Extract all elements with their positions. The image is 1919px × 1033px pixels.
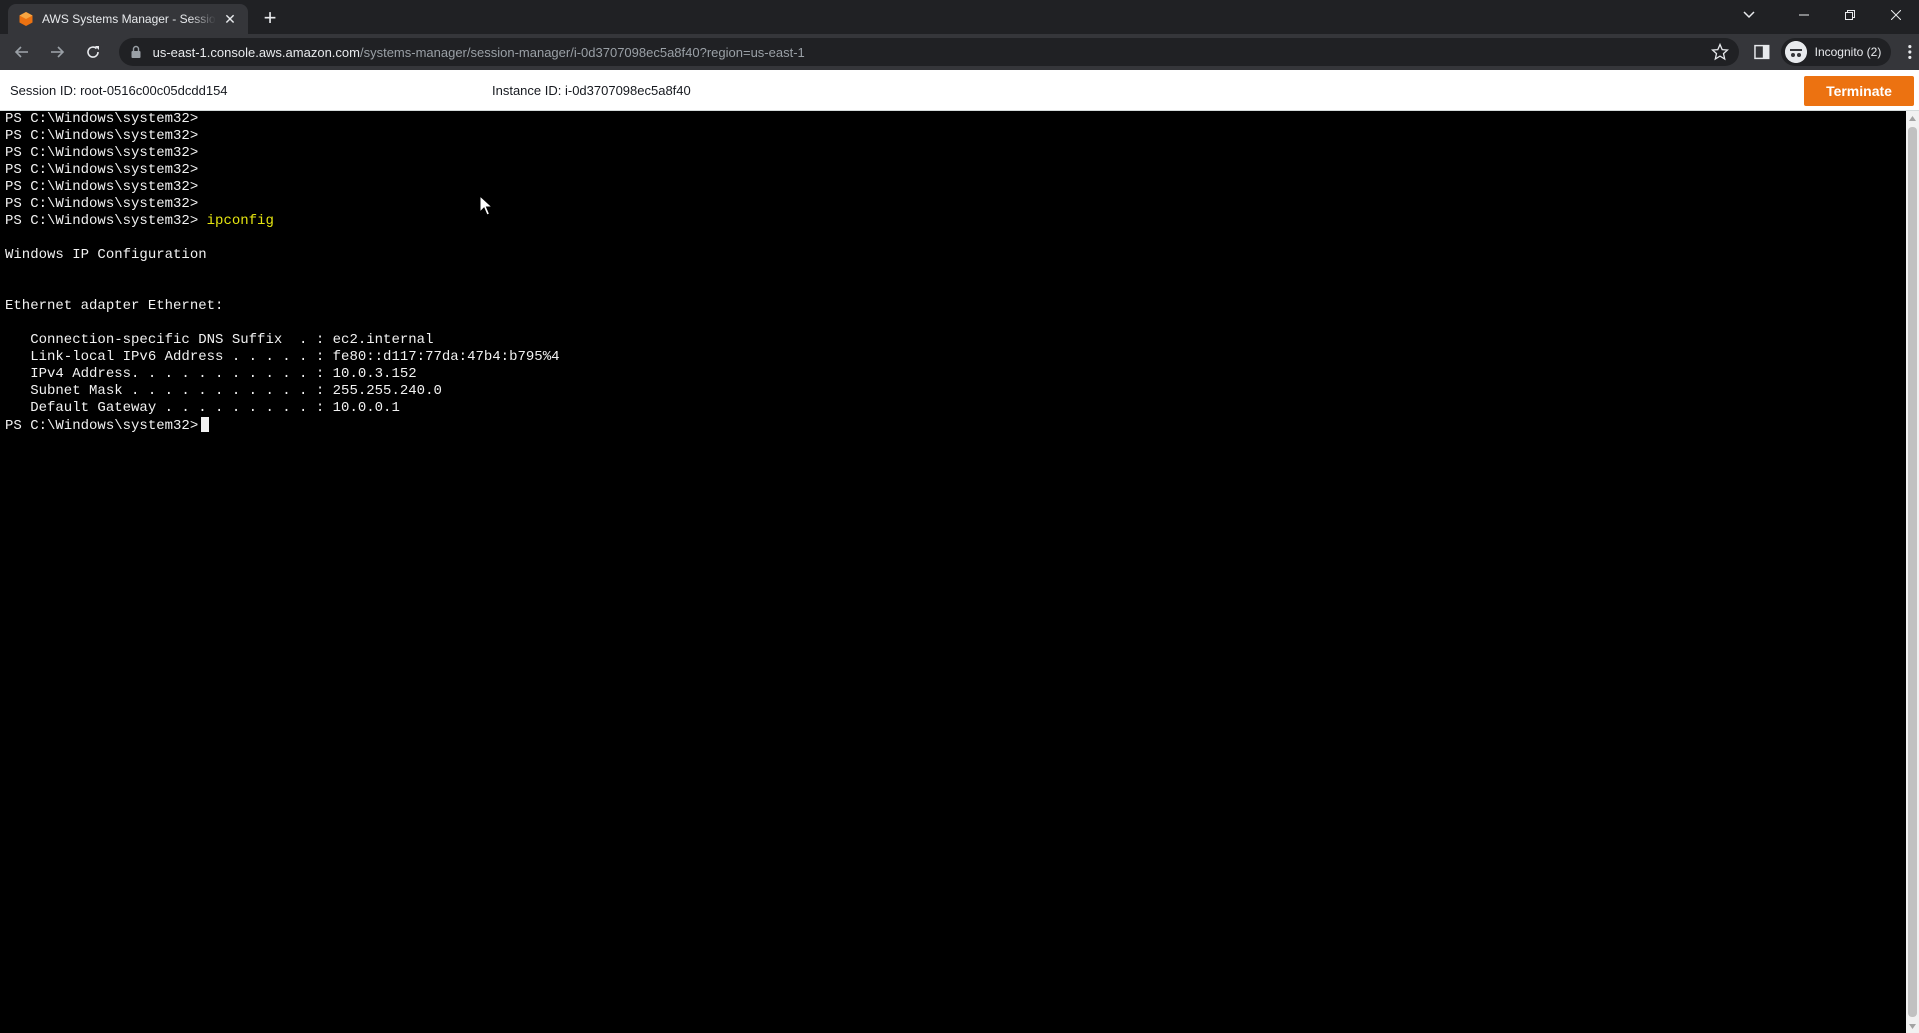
scroll-down-icon[interactable] bbox=[1906, 1019, 1919, 1033]
terminal-line-text: Connection-specific DNS Suffix . : ec2.i… bbox=[5, 332, 434, 348]
scroll-thumb[interactable] bbox=[1908, 127, 1917, 1017]
incognito-icon bbox=[1784, 41, 1807, 63]
address-bar[interactable]: us-east-1.console.aws.amazon.com/systems… bbox=[118, 38, 1739, 66]
terminal-line-text: PS C:\Windows\system32> bbox=[5, 196, 199, 212]
star-icon[interactable] bbox=[1710, 43, 1729, 61]
terminal-line-text: PS C:\Windows\system32> bbox=[5, 179, 199, 195]
window-controls bbox=[1781, 0, 1919, 30]
terminal-line-text: Default Gateway . . . . . . . . . : 10.0… bbox=[5, 400, 400, 416]
profile-button[interactable]: Incognito (2) bbox=[1780, 38, 1892, 66]
terminal-line: PS C:\Windows\system32> bbox=[5, 128, 1906, 145]
terminal-output: PS C:\Windows\system32> PS C:\Windows\sys… bbox=[5, 111, 1906, 417]
plus-icon[interactable]: + bbox=[256, 4, 284, 32]
session-bar: Session ID: root-0516c00c05dcdd154 Insta… bbox=[0, 70, 1919, 111]
terminal-line: PS C:\Windows\system32> bbox=[5, 162, 1906, 179]
terminal-line: PS C:\Windows\system32> bbox=[5, 196, 1906, 213]
terminal-line-text: PS C:\Windows\system32> bbox=[5, 213, 207, 229]
terminal-line: Default Gateway . . . . . . . . . : 10.0… bbox=[5, 400, 1906, 417]
terminal-line-text: PS C:\Windows\system32> bbox=[5, 111, 199, 127]
reload-icon[interactable] bbox=[79, 38, 107, 66]
terminal-line-text: PS C:\Windows\system32> bbox=[5, 162, 199, 178]
back-icon[interactable] bbox=[8, 38, 36, 66]
kebab-menu-icon[interactable] bbox=[1901, 43, 1919, 61]
url-host: us-east-1.console.aws.amazon.com bbox=[152, 44, 360, 60]
terminal-line: PS C:\Windows\system32> bbox=[5, 111, 1906, 128]
terminal-line: IPv4 Address. . . . . . . . . . . : 10.0… bbox=[5, 366, 1906, 383]
restore-icon[interactable] bbox=[1827, 0, 1873, 30]
chevron-down-icon[interactable] bbox=[1729, 0, 1769, 30]
window-close-icon[interactable] bbox=[1873, 0, 1919, 30]
tab-title: AWS Systems Manager - Session Manager bbox=[42, 12, 216, 26]
terminal-line-text: PS C:\Windows\system32> bbox=[5, 128, 199, 144]
mouse-pointer-icon bbox=[479, 195, 493, 216]
terminal-prompt-line[interactable]: PS C:\Windows\system32> bbox=[5, 417, 1906, 434]
aws-favicon-icon bbox=[19, 12, 33, 26]
browser-tab[interactable]: AWS Systems Manager - Session Manager ✕ bbox=[8, 4, 248, 34]
terminal-scrollbar[interactable] bbox=[1906, 111, 1919, 1033]
terminal-line-text: Ethernet adapter Ethernet: bbox=[5, 298, 224, 314]
terminal[interactable]: PS C:\Windows\system32> PS C:\Windows\sys… bbox=[0, 111, 1906, 1033]
profile-label: Incognito (2) bbox=[1814, 45, 1882, 59]
terminal-line: Link-local IPv6 Address . . . . . : fe80… bbox=[5, 349, 1906, 366]
terminal-line: Connection-specific DNS Suffix . : ec2.i… bbox=[5, 332, 1906, 349]
instance-id: Instance ID: i-0d3707098ec5a8f40 bbox=[492, 83, 691, 98]
url-path: /systems-manager/session-manager/i-0d370… bbox=[359, 44, 805, 60]
terminal-cursor bbox=[201, 417, 210, 432]
close-icon[interactable]: ✕ bbox=[222, 11, 238, 27]
terminal-line: Windows IP Configuration bbox=[5, 247, 1906, 264]
terminal-line-text: Subnet Mask . . . . . . . . . . . : 255.… bbox=[5, 383, 442, 399]
terminal-line: PS C:\Windows\system32> bbox=[5, 179, 1906, 196]
terminal-command: ipconfig bbox=[206, 213, 274, 229]
session-id: Session ID: root-0516c00c05dcdd154 bbox=[10, 83, 228, 98]
terminal-line-text: PS C:\Windows\system32> bbox=[5, 145, 199, 161]
tab-strip: AWS Systems Manager - Session Manager ✕ … bbox=[0, 0, 1919, 34]
terminal-line-text: Windows IP Configuration bbox=[5, 247, 207, 263]
terminal-line: PS C:\Windows\system32> ipconfig bbox=[5, 213, 1906, 230]
terminal-line: PS C:\Windows\system32> bbox=[5, 145, 1906, 162]
terminal-prompt: PS C:\Windows\system32> bbox=[5, 418, 199, 434]
browser-toolbar: us-east-1.console.aws.amazon.com/systems… bbox=[0, 34, 1919, 70]
lock-icon[interactable] bbox=[129, 45, 143, 59]
terminal-line: Ethernet adapter Ethernet: bbox=[5, 298, 1906, 315]
terminal-line: Subnet Mask . . . . . . . . . . . : 255.… bbox=[5, 383, 1906, 400]
terminate-button[interactable]: Terminate bbox=[1804, 76, 1914, 106]
side-panel-icon[interactable] bbox=[1753, 43, 1771, 61]
forward-icon[interactable] bbox=[44, 38, 72, 66]
minimize-icon[interactable] bbox=[1781, 0, 1827, 30]
scroll-up-icon[interactable] bbox=[1906, 111, 1919, 125]
terminal-line-text: Link-local IPv6 Address . . . . . : fe80… bbox=[5, 349, 560, 365]
terminal-line-text: IPv4 Address. . . . . . . . . . . : 10.0… bbox=[5, 366, 417, 382]
